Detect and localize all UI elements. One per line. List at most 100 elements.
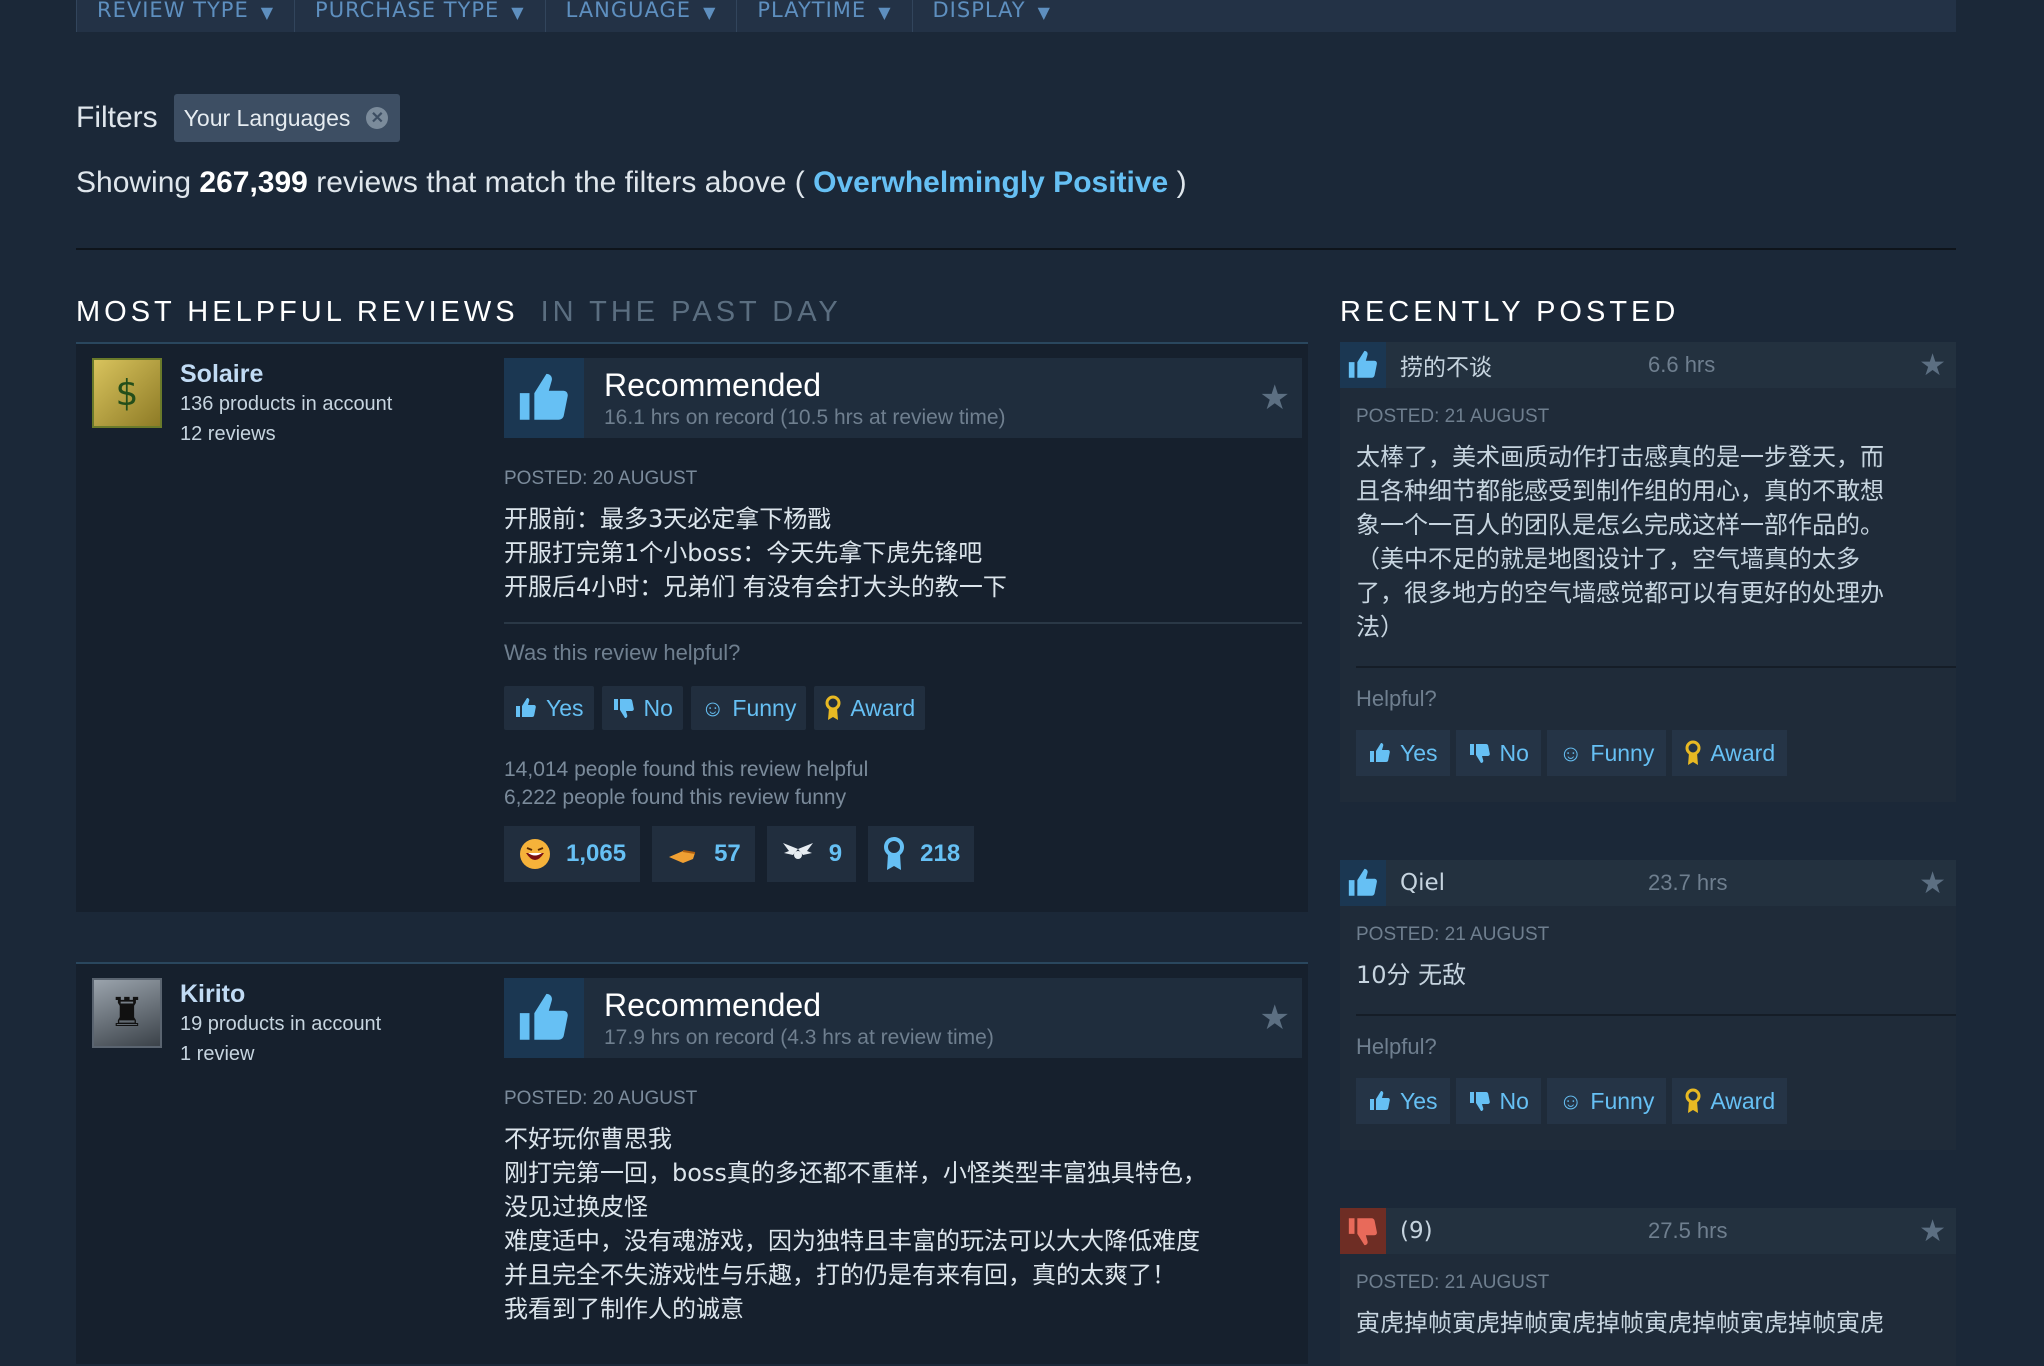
filter-display[interactable]: DISPLAY ▼ xyxy=(911,0,1071,32)
posted-date: POSTED: 20 AUGUST xyxy=(504,468,698,489)
recent-review-header[interactable]: 捞的不谈 6.6 hrs ★ xyxy=(1340,342,1956,388)
filter-chip-label: Your Languages xyxy=(183,104,351,131)
helpful-question: Was this review helpful? xyxy=(504,640,741,665)
author-name[interactable]: Kirito xyxy=(180,980,381,1009)
recent-review-card: Qiel 23.7 hrs ★ POSTED: 21 AUGUST 10分 无敌… xyxy=(1340,860,1956,1150)
award-icon xyxy=(1684,1088,1702,1114)
recently-posted-title: RECENTLY POSTED xyxy=(1340,296,1680,328)
review-text: 不好玩你曹思我 刚打完第一回，boss真的多还都不重样，小怪类型丰富独具特色， … xyxy=(504,1125,1207,1323)
funny-button[interactable]: ☺ Funny xyxy=(1546,730,1667,776)
review-card: ♜ Kirito 19 products in account 1 review… xyxy=(76,962,1308,1364)
smiley-icon: ☺ xyxy=(1558,739,1583,766)
author-products[interactable]: 19 products in account xyxy=(180,1009,381,1039)
filter-bar: REVIEW TYPE ▼ PURCHASE TYPE ▼ LANGUAGE ▼ PL… xyxy=(76,0,1956,32)
verdict-title: Recommended xyxy=(604,986,821,1023)
no-button[interactable]: No xyxy=(1455,1078,1541,1124)
review-text: 10分 无敌 xyxy=(1356,961,1467,989)
posted-date: POSTED: 20 AUGUST xyxy=(504,1088,698,1109)
author-reviews[interactable]: 1 review xyxy=(180,1039,381,1069)
funny-count: 6,222 people found this review funny xyxy=(504,786,847,809)
award-badge[interactable]: 1,065 xyxy=(504,826,641,882)
recent-author-name: (9) xyxy=(1400,1218,1433,1244)
warrior-silhouette-icon: ♜ xyxy=(109,990,145,1036)
avatar[interactable]: $ xyxy=(92,358,162,428)
vote-buttons: Yes No ☺ Funny Award xyxy=(504,686,1302,730)
author-name[interactable]: Solaire xyxy=(180,360,392,389)
yes-button[interactable]: Yes xyxy=(504,686,594,730)
recent-review-header[interactable]: Qiel 23.7 hrs ★ xyxy=(1340,860,1956,906)
avatar[interactable]: ♜ xyxy=(92,978,162,1048)
divider xyxy=(504,622,1302,624)
smiley-icon: ☺ xyxy=(700,694,725,721)
filter-purchase-type[interactable]: PURCHASE TYPE ▼ xyxy=(294,0,545,32)
vote-buttons: Yes No ☺ Funny Award xyxy=(1356,730,1940,776)
review-verdict[interactable]: Recommended 16.1 hrs on record (10.5 hrs… xyxy=(504,358,1302,438)
hours-on-record: 16.1 hrs on record (10.5 hrs at review t… xyxy=(604,405,1006,429)
yes-button[interactable]: Yes xyxy=(1356,730,1450,776)
author-reviews[interactable]: 12 reviews xyxy=(180,419,392,449)
chevron-down-icon: ▼ xyxy=(703,3,717,22)
award-list: 1,065 57 9 218 xyxy=(504,826,1302,882)
star-icon: ★ xyxy=(1919,865,1946,901)
recent-hours: 27.5 hrs xyxy=(1648,1218,1728,1243)
chevron-down-icon: ▼ xyxy=(260,3,275,22)
review-author: ♜ Kirito 19 products in account 1 review xyxy=(92,978,381,1069)
funny-button[interactable]: ☺ Funny xyxy=(1546,1078,1667,1124)
review-verdict[interactable]: Recommended 17.9 hrs on record (4.3 hrs … xyxy=(504,978,1302,1058)
yes-button[interactable]: Yes xyxy=(1356,1078,1450,1124)
recent-hours: 6.6 hrs xyxy=(1648,352,1716,377)
active-filters: Filters Your Languages ✕ xyxy=(76,94,401,142)
posted-date: POSTED: 21 AUGUST xyxy=(1356,406,1550,427)
pointing-hand-icon xyxy=(666,837,700,871)
thumbs-down-icon xyxy=(1340,1208,1386,1254)
money-bag-icon: $ xyxy=(115,372,139,414)
award-badge[interactable]: 9 xyxy=(766,826,857,882)
thumbs-up-icon xyxy=(504,358,584,438)
author-products[interactable]: 136 products in account xyxy=(180,389,392,419)
no-button[interactable]: No xyxy=(601,686,683,730)
filter-chip-your-languages[interactable]: Your Languages ✕ xyxy=(173,94,401,142)
star-icon: ★ xyxy=(1919,347,1946,383)
filter-review-type[interactable]: REVIEW TYPE ▼ xyxy=(76,0,294,32)
award-button[interactable]: Award xyxy=(814,686,926,730)
filter-playtime[interactable]: PLAYTIME ▼ xyxy=(736,0,911,32)
thumbs-down-icon xyxy=(1468,1089,1492,1113)
award-button[interactable]: Award xyxy=(1672,730,1788,776)
award-badge[interactable]: 57 xyxy=(652,826,755,882)
no-button[interactable]: No xyxy=(1455,730,1541,776)
close-icon[interactable]: ✕ xyxy=(366,107,389,129)
star-icon: ★ xyxy=(1259,378,1290,418)
medal-icon xyxy=(882,837,906,871)
thumbs-up-icon xyxy=(514,696,538,720)
review-text: 寅虎掉帧寅虎掉帧寅虎掉帧寅虎掉帧寅虎掉帧寅虎 xyxy=(1356,1309,1884,1337)
review-card: $ Solaire 136 products in account 12 rev… xyxy=(76,342,1308,912)
star-icon: ★ xyxy=(1919,1213,1946,1249)
smiley-icon: ☺ xyxy=(1558,1087,1583,1114)
helpful-question: Helpful? xyxy=(1356,1034,1437,1059)
award-button[interactable]: Award xyxy=(1672,1078,1788,1124)
award-badge[interactable]: 218 xyxy=(868,826,975,882)
recent-author-name: 捞的不谈 xyxy=(1400,355,1492,381)
thumbs-up-icon xyxy=(504,978,584,1058)
divider xyxy=(76,248,1956,250)
laughing-face-icon xyxy=(518,837,552,871)
thumbs-down-icon xyxy=(1468,741,1492,765)
review-rating[interactable]: Overwhelmingly Positive xyxy=(813,166,1168,199)
review-author: $ Solaire 136 products in account 12 rev… xyxy=(92,358,392,449)
thumbs-up-icon xyxy=(1368,741,1392,765)
recent-review-header[interactable]: (9) 27.5 hrs ★ xyxy=(1340,1208,1956,1254)
chevron-down-icon: ▼ xyxy=(878,3,892,22)
posted-date: POSTED: 21 AUGUST xyxy=(1356,924,1550,945)
thumbs-up-icon xyxy=(1340,860,1386,906)
helpful-question: Helpful? xyxy=(1356,686,1437,711)
filter-language[interactable]: LANGUAGE ▼ xyxy=(544,0,737,32)
award-icon xyxy=(1684,740,1702,766)
thumbs-up-icon xyxy=(1368,1089,1392,1113)
reviews-page: REVIEW TYPE ▼ PURCHASE TYPE ▼ LANGUAGE ▼ PL… xyxy=(76,0,1956,1366)
funny-button[interactable]: ☺ Funny xyxy=(690,686,807,730)
most-helpful-title: MOST HELPFUL REVIEWS IN THE PAST DAY xyxy=(76,296,842,328)
filters-label: Filters xyxy=(76,101,158,134)
review-count: 267,399 xyxy=(199,166,308,199)
recent-hours: 23.7 hrs xyxy=(1648,870,1728,895)
chevron-down-icon: ▼ xyxy=(511,3,525,22)
